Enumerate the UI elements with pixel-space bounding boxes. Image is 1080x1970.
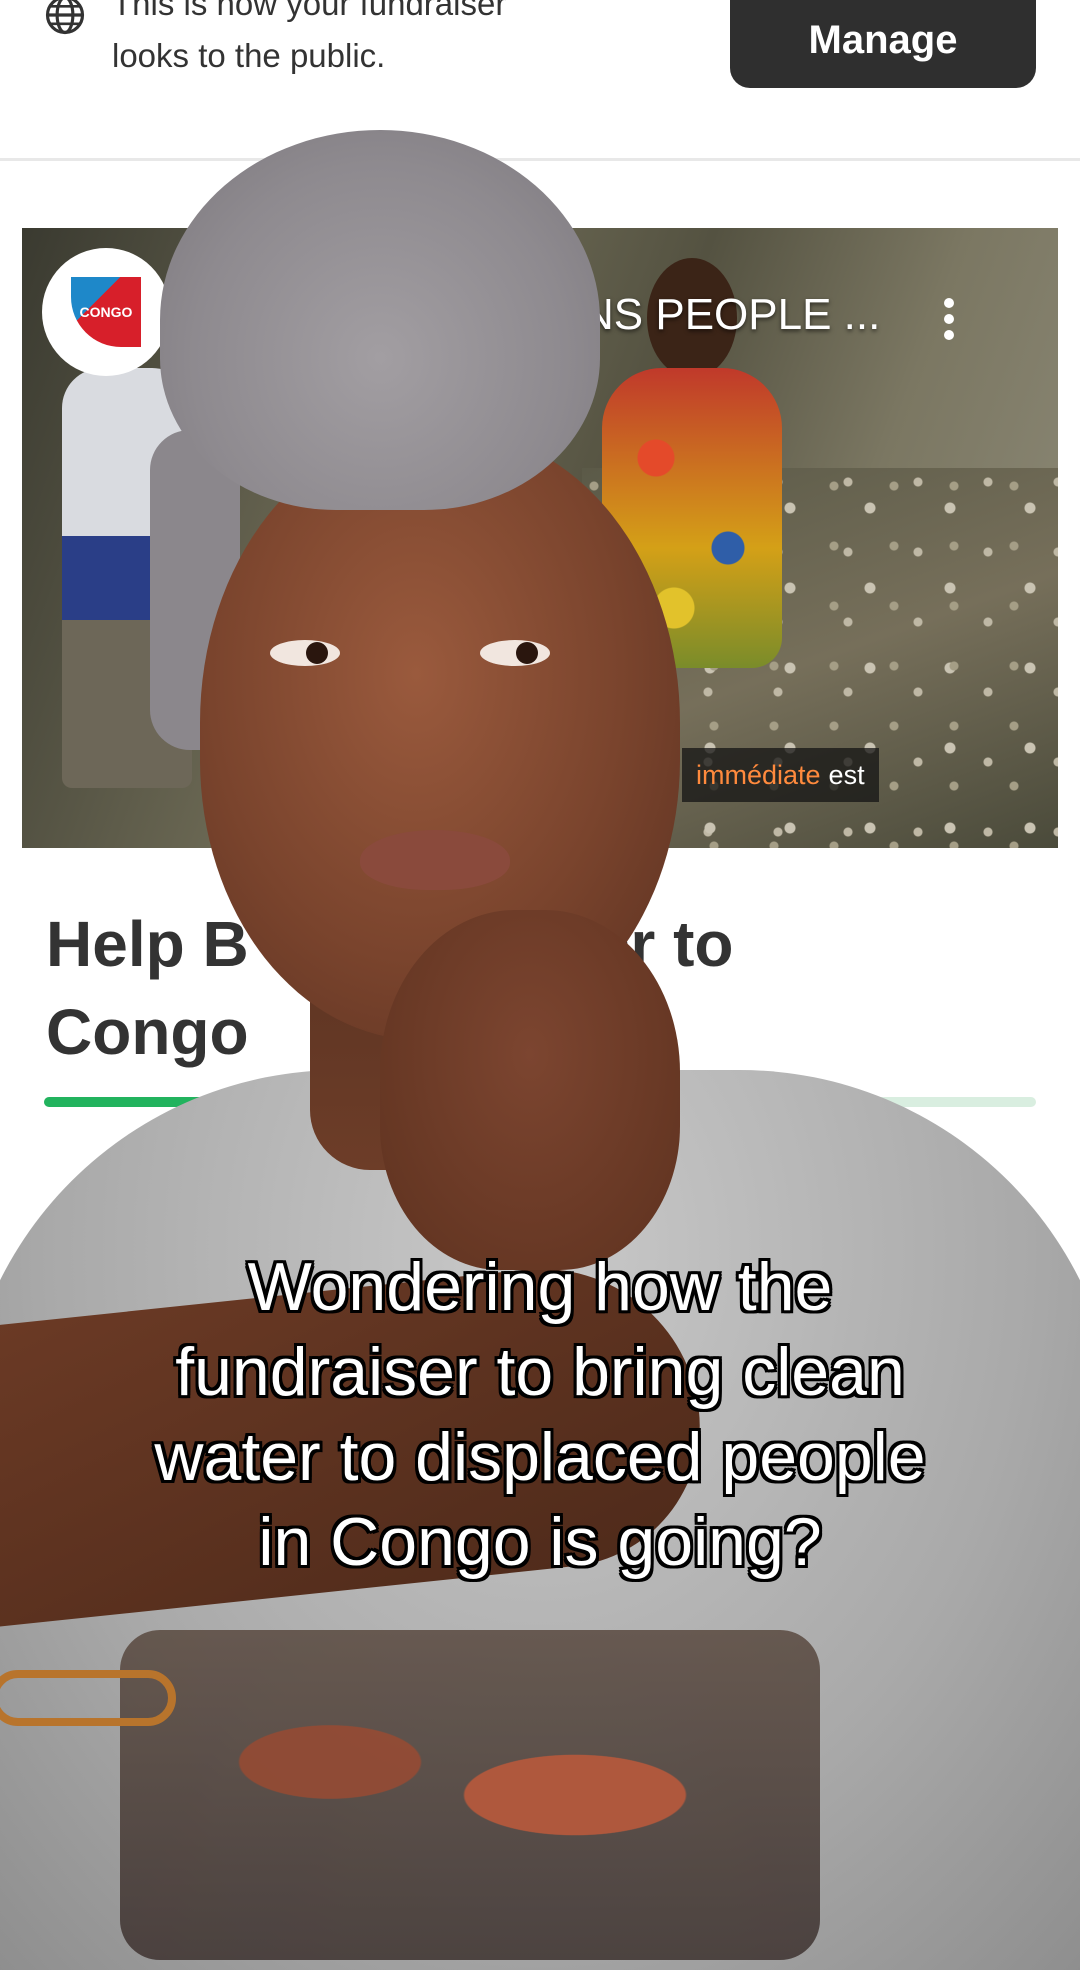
globe-icon [45,0,85,35]
video-scene-figure [62,368,192,788]
video-caption-rest: est [828,759,865,790]
fundraiser-progress-fill [44,1097,818,1107]
fundraiser-title-line-2: Congo [46,996,249,1068]
channel-logo[interactable]: CONGO [42,248,170,376]
more-vertical-icon[interactable] [942,298,956,342]
overlay-caption-line-1: Wondering how the [247,1249,833,1325]
overlay-caption-line-2: fundraiser to bring clean [175,1334,905,1410]
notice-line-2: looks to the public. [112,37,386,74]
video-title[interactable]: NS PEOPLE ... [582,290,880,340]
person-bracelet [0,1670,176,1726]
fundraiser-progress-bar [44,1097,1036,1107]
video-caption: immédiate est [682,748,879,802]
overlay-caption-line-3: water to displaced people [154,1419,926,1495]
person-shirt-print [120,1630,820,1960]
overlay-caption-line-4: in Congo is going? [258,1504,822,1580]
fundraiser-title-line-1: Help B Water to [46,908,734,980]
channel-logo-mark: CONGO [71,277,141,347]
manage-button[interactable]: Manage [730,0,1036,88]
notice-text: This is how your fundraiser looks to the… [112,0,632,82]
public-preview-notice: This is how your fundraiser looks to the… [0,0,1080,160]
fundraiser-title[interactable]: Help B Water to Congo [46,900,1006,1076]
overlay-caption: Wondering how the fundraiser to bring cl… [40,1245,1040,1585]
fundraiser-video[interactable]: CONGO NS PEOPLE ... immédiate est [22,228,1058,848]
divider [0,158,1080,161]
video-caption-highlight: immédiate [696,759,821,790]
notice-line-1: This is how your fundraiser [112,0,507,22]
